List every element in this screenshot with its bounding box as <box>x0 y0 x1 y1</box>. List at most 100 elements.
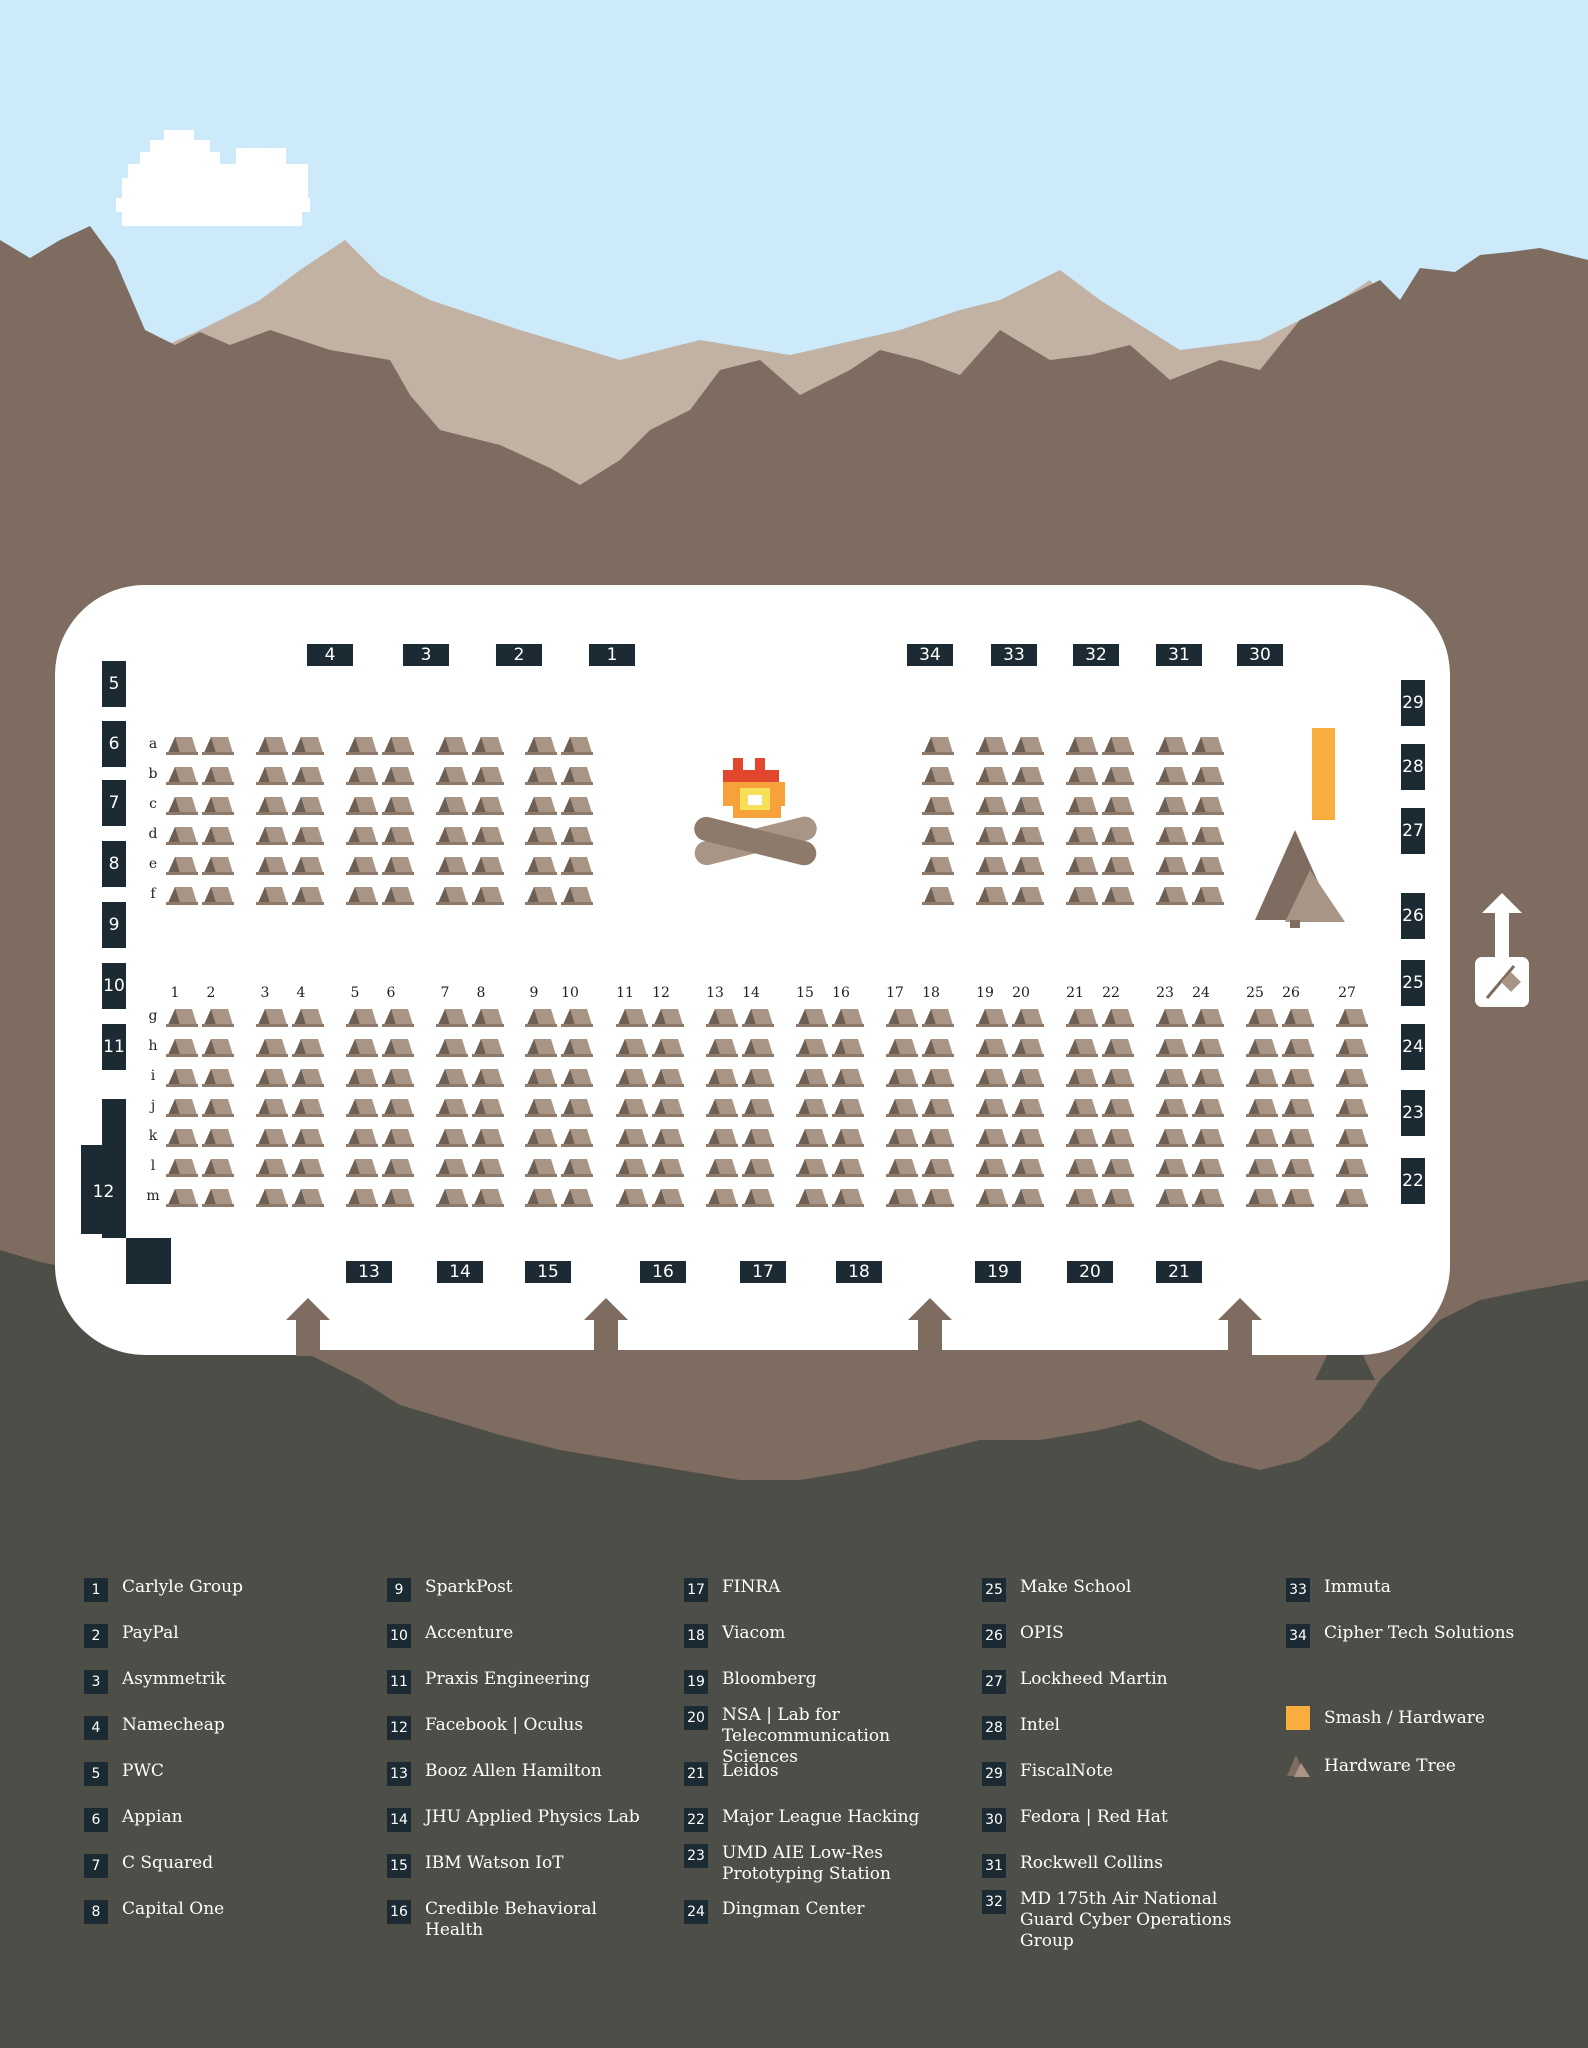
legend-company-name: Major League Hacking <box>722 1807 920 1827</box>
legend-number: 30 <box>982 1808 1006 1832</box>
legend-company-name: Namecheap <box>122 1715 225 1735</box>
row-label-f: f <box>150 886 156 902</box>
booth-8[interactable]: 8 <box>102 841 126 887</box>
column-label-4: 4 <box>296 985 306 1001</box>
booth-32[interactable]: 32 <box>1073 644 1119 666</box>
booth-20[interactable]: 20 <box>1067 1261 1113 1283</box>
booth-14[interactable]: 14 <box>437 1261 483 1283</box>
legend-number: 7 <box>84 1854 108 1878</box>
legend-item: 2 PayPal <box>84 1623 357 1648</box>
column-label-9: 9 <box>529 985 539 1001</box>
legend-item: 25 Make School <box>982 1577 1255 1602</box>
booth-23[interactable]: 23 <box>1401 1090 1425 1136</box>
legend-number: 3 <box>84 1670 108 1694</box>
column-label-6: 6 <box>386 985 396 1001</box>
legend-item: 26 OPIS <box>982 1623 1255 1648</box>
booth-4[interactable]: 4 <box>307 644 353 666</box>
booth-7[interactable]: 7 <box>102 780 126 826</box>
booth-11[interactable]: 11 <box>102 1024 126 1070</box>
legend-number: 9 <box>387 1578 411 1602</box>
legend-company-name: Credible Behavioral Health <box>425 1899 597 1940</box>
booth-19[interactable]: 19 <box>975 1261 1021 1283</box>
legend-company-name: OPIS <box>1020 1623 1064 1643</box>
booth-2[interactable]: 2 <box>496 644 542 666</box>
legend-company-name: PWC <box>122 1761 164 1781</box>
row-label-l: l <box>150 1158 156 1174</box>
column-label-14: 14 <box>742 985 760 1001</box>
column-label-27: 27 <box>1338 985 1356 1001</box>
column-label-13: 13 <box>706 985 724 1001</box>
legend-item: 5 PWC <box>84 1761 357 1786</box>
legend-number: 10 <box>387 1624 411 1648</box>
booth-3[interactable]: 3 <box>403 644 449 666</box>
booth-31[interactable]: 31 <box>1156 644 1202 666</box>
legend-number: 5 <box>84 1762 108 1786</box>
legend-company-name: Facebook | Oculus <box>425 1715 584 1735</box>
legend-company-name: Bloomberg <box>722 1669 817 1689</box>
booth-33[interactable]: 33 <box>991 644 1037 666</box>
booth-12[interactable]: 12 <box>81 1174 126 1210</box>
legend-number: 6 <box>84 1808 108 1832</box>
booth-26[interactable]: 26 <box>1401 893 1425 939</box>
legend-number: 31 <box>982 1854 1006 1878</box>
legend-number: 13 <box>387 1762 411 1786</box>
booth-29[interactable]: 29 <box>1401 680 1425 726</box>
booth-10[interactable]: 10 <box>102 963 126 1009</box>
legend-item: 22 Major League Hacking <box>684 1807 957 1832</box>
booth-22[interactable]: 22 <box>1401 1158 1425 1204</box>
booth-27[interactable]: 27 <box>1401 808 1425 854</box>
column-label-8: 8 <box>476 985 486 1001</box>
booth-13[interactable]: 13 <box>346 1261 392 1283</box>
legend-company-name: Appian <box>122 1807 183 1827</box>
legend-item: 34 Cipher Tech Solutions <box>1286 1623 1559 1648</box>
booth-5[interactable]: 5 <box>102 661 126 707</box>
row-label-d: d <box>148 826 158 842</box>
legend-number: 29 <box>982 1762 1006 1786</box>
legend-company-name: MD 175th Air National Guard Cyber Operat… <box>1020 1889 1232 1951</box>
marshmallow-roast-icon[interactable] <box>1475 957 1529 1007</box>
legend-item: 32 MD 175th Air National Guard Cyber Oper… <box>982 1889 1255 1952</box>
booth-12-area[interactable] <box>126 1238 171 1284</box>
column-label-22: 22 <box>1102 985 1120 1001</box>
legend-company-name: Leidos <box>722 1761 779 1781</box>
booth-17[interactable]: 17 <box>740 1261 786 1283</box>
legend-item: 15 IBM Watson IoT <box>387 1853 660 1878</box>
booth-6[interactable]: 6 <box>102 721 126 767</box>
legend-company-name: Praxis Engineering <box>425 1669 590 1689</box>
booth-12-area[interactable] <box>102 1234 126 1238</box>
booth-12-area[interactable] <box>102 1099 126 1145</box>
column-label-1: 1 <box>170 985 180 1001</box>
legend-item: 21 Leidos <box>684 1761 957 1786</box>
legend-item: 17 FINRA <box>684 1577 957 1602</box>
key-smash-hardware-label: Smash / Hardware <box>1324 1707 1485 1728</box>
booth-25[interactable]: 25 <box>1401 960 1425 1006</box>
smash-hardware-area[interactable] <box>1312 728 1335 820</box>
row-label-j: j <box>150 1098 156 1114</box>
row-label-i: i <box>150 1068 156 1084</box>
column-label-24: 24 <box>1192 985 1210 1001</box>
booth-15[interactable]: 15 <box>525 1261 571 1283</box>
booth-9[interactable]: 9 <box>102 902 126 948</box>
legend-company-name: Lockheed Martin <box>1020 1669 1168 1689</box>
column-label-5: 5 <box>350 985 360 1001</box>
legend-number: 28 <box>982 1716 1006 1740</box>
booth-21[interactable]: 21 <box>1156 1261 1202 1283</box>
legend-number: 14 <box>387 1808 411 1832</box>
booth-1[interactable]: 1 <box>589 644 635 666</box>
legend-number: 4 <box>84 1716 108 1740</box>
legend-company-name: PayPal <box>122 1623 179 1643</box>
legend-company-name: Make School <box>1020 1577 1132 1597</box>
booth-30[interactable]: 30 <box>1237 644 1283 666</box>
booth-16[interactable]: 16 <box>640 1261 686 1283</box>
column-label-2: 2 <box>206 985 216 1001</box>
booth-24[interactable]: 24 <box>1401 1024 1425 1070</box>
column-label-19: 19 <box>976 985 994 1001</box>
booth-28[interactable]: 28 <box>1401 744 1425 790</box>
row-label-c: c <box>149 796 157 812</box>
key-smash-hardware: Smash / Hardware <box>1286 1706 1559 1730</box>
legend-item: 16 Credible Behavioral Health <box>387 1899 660 1941</box>
column-label-18: 18 <box>922 985 940 1001</box>
booth-18[interactable]: 18 <box>836 1261 882 1283</box>
booth-34[interactable]: 34 <box>907 644 953 666</box>
column-label-17: 17 <box>886 985 904 1001</box>
